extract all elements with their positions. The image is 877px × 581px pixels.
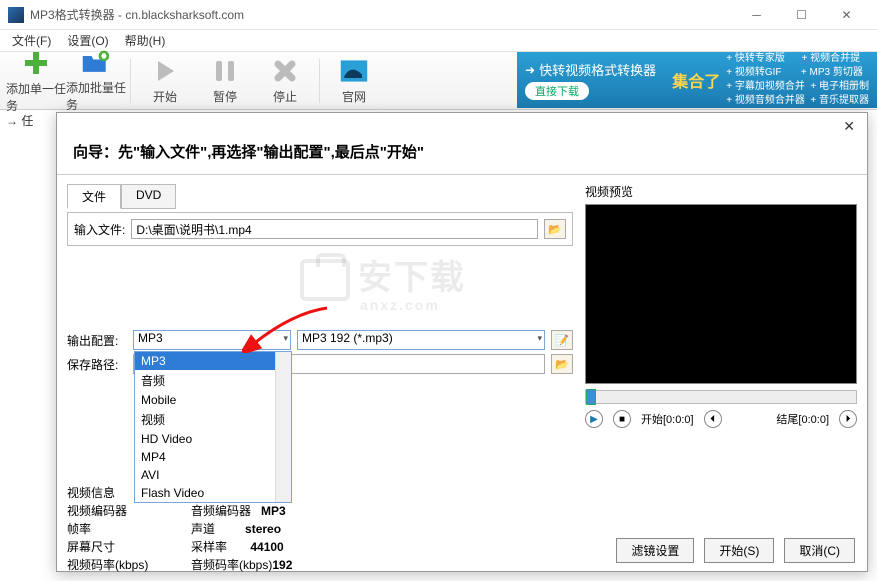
banner-download[interactable]: 直接下载 <box>525 82 589 100</box>
stop-button[interactable]: 停止 <box>255 53 315 109</box>
add-batch-button[interactable]: 添加批量任务 <box>66 53 126 109</box>
audio-channel-label: 声道 <box>191 522 215 536</box>
audio-codec-label: 音频编码器 <box>191 504 251 518</box>
output-config-label: 输出配置: <box>67 332 127 349</box>
audio-samplerate-label: 采样率 <box>191 540 227 554</box>
toolbar-separator <box>319 59 320 103</box>
pause-label: 暂停 <box>213 88 237 105</box>
dropdown-option[interactable]: Mobile <box>135 391 291 409</box>
browse-input-button[interactable]: 📂 <box>544 219 566 239</box>
audio-samplerate-value: 44100 <box>250 540 283 554</box>
audio-channel-value: stereo <box>245 522 281 536</box>
banner-collect: 集合了 <box>672 68 720 92</box>
dropdown-option[interactable]: 音频 <box>135 370 291 391</box>
dialog-start-button[interactable]: 开始(S) <box>704 538 774 563</box>
set-end-button[interactable]: ⏵ <box>839 410 857 428</box>
plus-icon <box>21 48 51 78</box>
promo-banner[interactable]: ➜ 快转视频格式转换器 直接下载 集合了 + 快转专家版 + 视频合并提 + 视频… <box>517 52 877 108</box>
output-format-dropdown: MP3 音频 Mobile 视频 HD Video MP4 AVI Flash … <box>134 351 292 503</box>
preview-label: 视频预览 <box>585 183 857 200</box>
task-list-sidebar: → 任 <box>6 112 50 129</box>
time-start: 开始[0:0:0] <box>641 411 694 427</box>
close-button[interactable]: ✕ <box>824 1 869 29</box>
stop-label: 停止 <box>273 88 297 105</box>
wizard-title: 向导：先"输入文件",再选择"输出配置",最后点"开始" <box>57 139 867 170</box>
divider <box>57 174 867 175</box>
input-file-label: 输入文件: <box>74 221 125 238</box>
browse-save-button[interactable]: 📂 <box>551 354 573 374</box>
dropdown-option[interactable]: Flash Video <box>135 484 291 502</box>
tab-file[interactable]: 文件 <box>67 184 121 209</box>
menu-help[interactable]: 帮助(H) <box>117 30 174 51</box>
app-icon <box>8 7 24 23</box>
dropdown-option[interactable]: HD Video <box>135 430 291 448</box>
maximize-button[interactable]: ☐ <box>779 1 824 29</box>
slider-thumb[interactable] <box>586 389 596 405</box>
save-path-label: 保存路径: <box>67 356 127 373</box>
stop-icon <box>270 56 300 86</box>
banner-title: 快转视频格式转换器 <box>539 60 656 79</box>
video-size-label: 屏幕尺寸 <box>67 538 177 556</box>
time-end: 结尾[0:0:0] <box>776 411 829 427</box>
add-batch-label: 添加批量任务 <box>66 79 126 113</box>
video-codec-label: 视频编码器 <box>67 502 177 520</box>
home-label: 官网 <box>342 88 366 105</box>
video-bitrate-label: 视频码率(kbps) <box>67 556 177 574</box>
dialog-close-button[interactable]: ✕ <box>837 116 861 137</box>
start-button[interactable]: 开始 <box>135 53 195 109</box>
preview-play-button[interactable]: ▶ <box>585 410 603 428</box>
audio-bitrate-value: 192 <box>272 558 292 572</box>
task-item[interactable]: → 任 <box>6 112 50 129</box>
output-preset-select[interactable]: MP3 192 (*.mp3) ▾ <box>297 330 545 350</box>
add-single-label: 添加单一任务 <box>6 80 66 114</box>
start-label: 开始 <box>153 88 177 105</box>
preview-stop-button[interactable]: ■ <box>613 410 631 428</box>
window-title: MP3格式转换器 - cn.blacksharksoft.com <box>30 6 734 23</box>
dropdown-option[interactable]: MP3 <box>135 352 291 370</box>
dropdown-scrollbar[interactable] <box>275 352 291 502</box>
video-fps-label: 帧率 <box>67 520 177 538</box>
add-single-button[interactable]: 添加单一任务 <box>6 53 66 109</box>
arrow-icon: ➜ <box>525 63 535 77</box>
chevron-down-icon: ▾ <box>283 333 288 344</box>
pause-button[interactable]: 暂停 <box>195 53 255 109</box>
audio-codec-value: MP3 <box>261 504 286 518</box>
shark-icon <box>339 56 369 86</box>
audio-bitrate-label: 音频码率(kbps) <box>191 558 272 572</box>
wizard-dialog: ✕ 向导：先"输入文件",再选择"输出配置",最后点"开始" 文件 DVD 输入… <box>56 112 868 572</box>
minimize-button[interactable]: ─ <box>734 1 779 29</box>
output-format-select[interactable]: MP3 ▾ <box>133 330 291 350</box>
home-button[interactable]: 官网 <box>324 53 384 109</box>
preview-slider[interactable] <box>585 390 857 404</box>
dropdown-option[interactable]: MP4 <box>135 448 291 466</box>
chevron-down-icon: ▾ <box>537 333 542 344</box>
output-preset-value: MP3 192 (*.mp3) <box>302 331 393 345</box>
tab-dvd[interactable]: DVD <box>121 184 176 209</box>
dropdown-option[interactable]: 视频 <box>135 409 291 430</box>
filter-settings-button[interactable]: 滤镜设置 <box>616 538 694 563</box>
pause-icon <box>210 56 240 86</box>
output-settings-button[interactable]: 📝 <box>551 330 573 350</box>
folder-plus-icon <box>81 49 111 77</box>
dropdown-option[interactable]: AVI <box>135 466 291 484</box>
video-preview <box>585 204 857 384</box>
banner-features: + 快转专家版 + 视频合并提 + 视频转GIF + MP3 剪切器 + 字幕加… <box>726 52 869 108</box>
play-icon <box>150 56 180 86</box>
toolbar-separator <box>130 59 131 103</box>
output-format-value: MP3 <box>138 331 163 345</box>
input-file-field[interactable] <box>131 219 538 239</box>
dialog-cancel-button[interactable]: 取消(C) <box>784 538 855 563</box>
set-start-button[interactable]: ⏴ <box>704 410 722 428</box>
